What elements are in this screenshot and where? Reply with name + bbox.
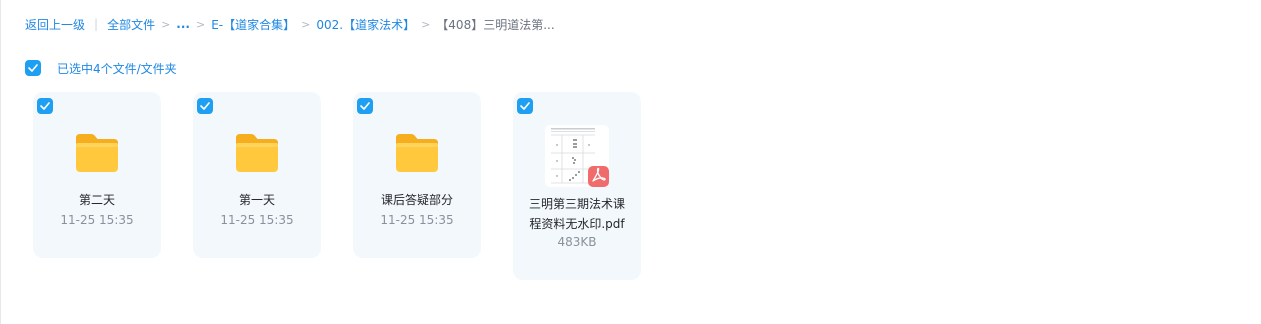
- check-icon: [200, 102, 210, 110]
- file-name-line-1: 三明第三期法术课: [528, 197, 625, 211]
- breadcrumb-current: 【408】三明道法第...: [436, 17, 555, 32]
- breadcrumb-item-daojia-fashu[interactable]: 002.【道家法术】: [316, 16, 415, 33]
- file-checkbox[interactable]: [357, 98, 373, 114]
- file-name: 第一天: [238, 193, 275, 207]
- selection-bar: 已选中4个文件/文件夹: [25, 59, 177, 77]
- file-card-folder[interactable]: 第二天 11-25 15:35: [33, 92, 161, 258]
- check-icon: [40, 102, 50, 110]
- page-left-border: [0, 0, 1, 324]
- back-link[interactable]: 返回上一级: [25, 16, 85, 33]
- chevron-right-icon: >: [161, 17, 171, 31]
- pdf-thumbnail-icon: [545, 125, 609, 187]
- file-name-line-2: 程资料无水印.pdf: [529, 217, 625, 231]
- file-name: 第二天: [78, 193, 115, 207]
- folder-icon: [76, 134, 118, 172]
- file-size: 483KB: [557, 235, 597, 249]
- file-name: 三明第三期法术课 程资料无水印.pdf: [519, 194, 635, 234]
- selection-count-text: 已选中4个文件/文件夹: [57, 61, 177, 76]
- breadcrumb-ellipsis[interactable]: ...: [176, 17, 190, 31]
- file-date: 11-25 15:35: [380, 213, 454, 227]
- file-checkbox[interactable]: [197, 98, 213, 114]
- file-date: 11-25 15:35: [60, 213, 134, 227]
- file-checkbox[interactable]: [517, 98, 533, 114]
- breadcrumb-divider: |: [94, 17, 99, 31]
- breadcrumb: 返回上一级 | 全部文件 > ... > E-【道家合集】 > 002.【道家法…: [25, 15, 555, 33]
- folder-icon: [396, 134, 438, 172]
- breadcrumb-item-daojia-heji[interactable]: E-【道家合集】: [211, 16, 295, 33]
- check-icon: [520, 102, 530, 110]
- select-all-checkbox[interactable]: [25, 60, 41, 76]
- chevron-right-icon: >: [301, 17, 311, 31]
- folder-icon: [236, 134, 278, 172]
- file-card-folder[interactable]: 课后答疑部分 11-25 15:35: [353, 92, 481, 258]
- file-card-folder[interactable]: 第一天 11-25 15:35: [193, 92, 321, 258]
- chevron-right-icon: >: [195, 17, 206, 31]
- file-date: 11-25 15:35: [220, 213, 294, 227]
- file-card-pdf[interactable]: 三明第三期法术课 程资料无水印.pdf 483KB: [513, 92, 641, 280]
- file-checkbox[interactable]: [37, 98, 53, 114]
- check-icon: [360, 102, 370, 110]
- breadcrumb-all-files[interactable]: 全部文件: [107, 16, 155, 33]
- file-name: 课后答疑部分: [380, 193, 453, 207]
- chevron-right-icon: >: [421, 17, 431, 31]
- check-icon: [28, 64, 38, 72]
